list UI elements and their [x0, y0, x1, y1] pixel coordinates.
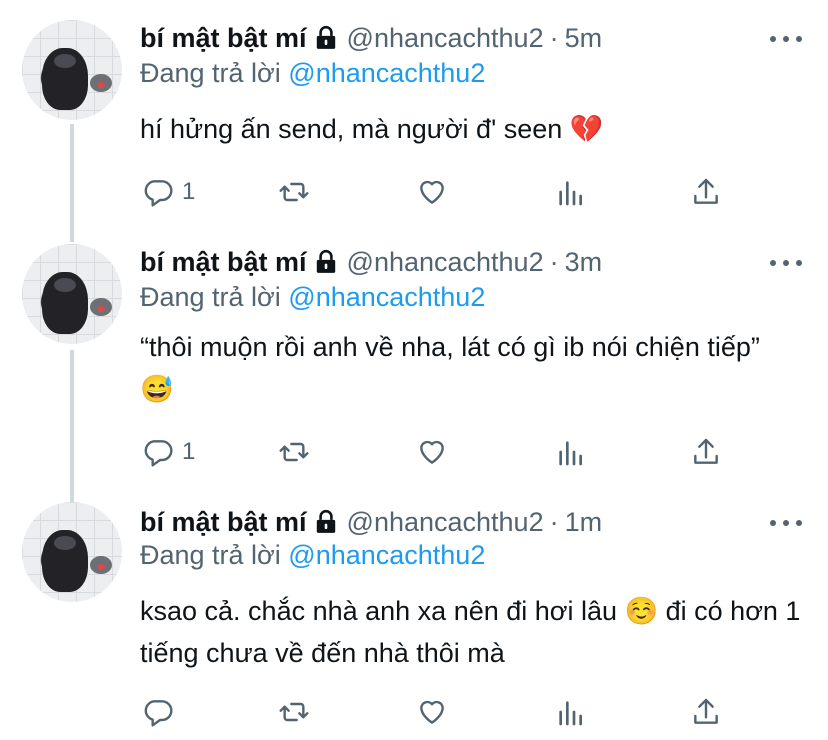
avatar[interactable]: [22, 244, 122, 344]
retweet-button[interactable]: [278, 692, 310, 732]
reply-count: 1: [182, 438, 196, 465]
replying-to: Đang trả lời @nhancachthu2: [140, 58, 485, 89]
reply-prefix: Đang trả lời: [140, 58, 281, 88]
share-icon: [694, 438, 718, 464]
retweet-button[interactable]: [278, 432, 310, 472]
tweet-header: bí mật bật mí @nhancachthu2 · 5m: [140, 20, 602, 56]
reply-count: 1: [182, 178, 196, 205]
reply-button[interactable]: 1: [142, 432, 195, 472]
replying-to: Đang trả lời @nhancachthu2: [140, 282, 485, 313]
retweet-button[interactable]: [278, 172, 310, 212]
display-name[interactable]: bí mật bật mí: [140, 507, 307, 538]
reply-button[interactable]: 1: [142, 172, 195, 212]
reply-button[interactable]: [142, 692, 174, 732]
timestamp[interactable]: 5m: [565, 23, 603, 54]
lock-icon: [316, 509, 335, 533]
retweet-icon: [279, 702, 309, 722]
share-button[interactable]: [690, 432, 722, 472]
share-icon: [694, 178, 718, 204]
reply-icon: [144, 440, 173, 467]
analytics-button[interactable]: [554, 172, 586, 212]
share-button[interactable]: [690, 692, 722, 732]
like-icon: [420, 180, 444, 204]
analytics-icon: [559, 441, 582, 466]
more-icon[interactable]: [770, 518, 802, 528]
user-handle[interactable]: @nhancachthu2: [347, 247, 544, 278]
more-icon[interactable]: [770, 34, 802, 44]
like-button[interactable]: [416, 432, 448, 472]
user-handle[interactable]: @nhancachthu2: [347, 507, 544, 538]
user-handle[interactable]: @nhancachthu2: [347, 23, 544, 54]
lock-icon: [316, 25, 335, 49]
share-button[interactable]: [690, 172, 722, 212]
separator-dot: ·: [549, 246, 559, 277]
like-button[interactable]: [416, 172, 448, 212]
reply-mention-link[interactable]: @nhancachthu2: [288, 282, 485, 312]
tweet[interactable]: bí mật bật mí @nhancachthu2 · 3m Đang tr…: [0, 230, 828, 490]
display-name[interactable]: bí mật bật mí: [140, 23, 307, 54]
lock-icon: [316, 249, 335, 273]
action-bar: 1: [0, 432, 828, 472]
share-icon: [694, 698, 718, 724]
separator-dot: ·: [549, 506, 559, 537]
like-button[interactable]: [416, 692, 448, 732]
reply-mention-link[interactable]: @nhancachthu2: [288, 540, 485, 570]
retweet-icon: [279, 442, 309, 462]
more-icon[interactable]: [770, 258, 802, 268]
like-icon: [420, 700, 444, 724]
tweet-text: hí hửng ấn send, mà người đ' seen 💔: [140, 114, 604, 144]
tweet-header: bí mật bật mí @nhancachthu2 · 3m: [140, 244, 602, 280]
timestamp[interactable]: 3m: [565, 247, 603, 278]
like-icon: [420, 440, 444, 464]
separator-dot: ·: [549, 22, 559, 53]
retweet-icon: [279, 182, 309, 202]
analytics-button[interactable]: [554, 432, 586, 472]
tweet[interactable]: bí mật bật mí @nhancachthu2 · 1m Đang tr…: [0, 490, 828, 740]
avatar[interactable]: [22, 20, 122, 120]
analytics-icon: [559, 701, 582, 726]
action-bar: [0, 692, 828, 732]
reply-icon: [144, 700, 173, 727]
analytics-button[interactable]: [554, 692, 586, 732]
tweet[interactable]: bí mật bật mí @nhancachthu2 · 5m Đang tr…: [0, 0, 828, 230]
tweet-header: bí mật bật mí @nhancachthu2 · 1m: [140, 504, 602, 540]
action-bar: 1: [0, 172, 828, 212]
timestamp[interactable]: 1m: [565, 507, 603, 538]
reply-prefix: Đang trả lời: [140, 282, 281, 312]
avatar[interactable]: [22, 502, 122, 602]
reply-prefix: Đang trả lời: [140, 540, 281, 570]
replying-to: Đang trả lời @nhancachthu2: [140, 540, 485, 571]
tweet-text: “thôi muộn rồi anh về nha, lát có gì ib …: [140, 332, 768, 404]
tweet-text: ksao cả. chắc nhà anh xa nên đi hơi lâu …: [140, 596, 808, 668]
analytics-icon: [559, 181, 582, 206]
display-name[interactable]: bí mật bật mí: [140, 247, 307, 278]
reply-mention-link[interactable]: @nhancachthu2: [288, 58, 485, 88]
reply-icon: [144, 180, 173, 207]
